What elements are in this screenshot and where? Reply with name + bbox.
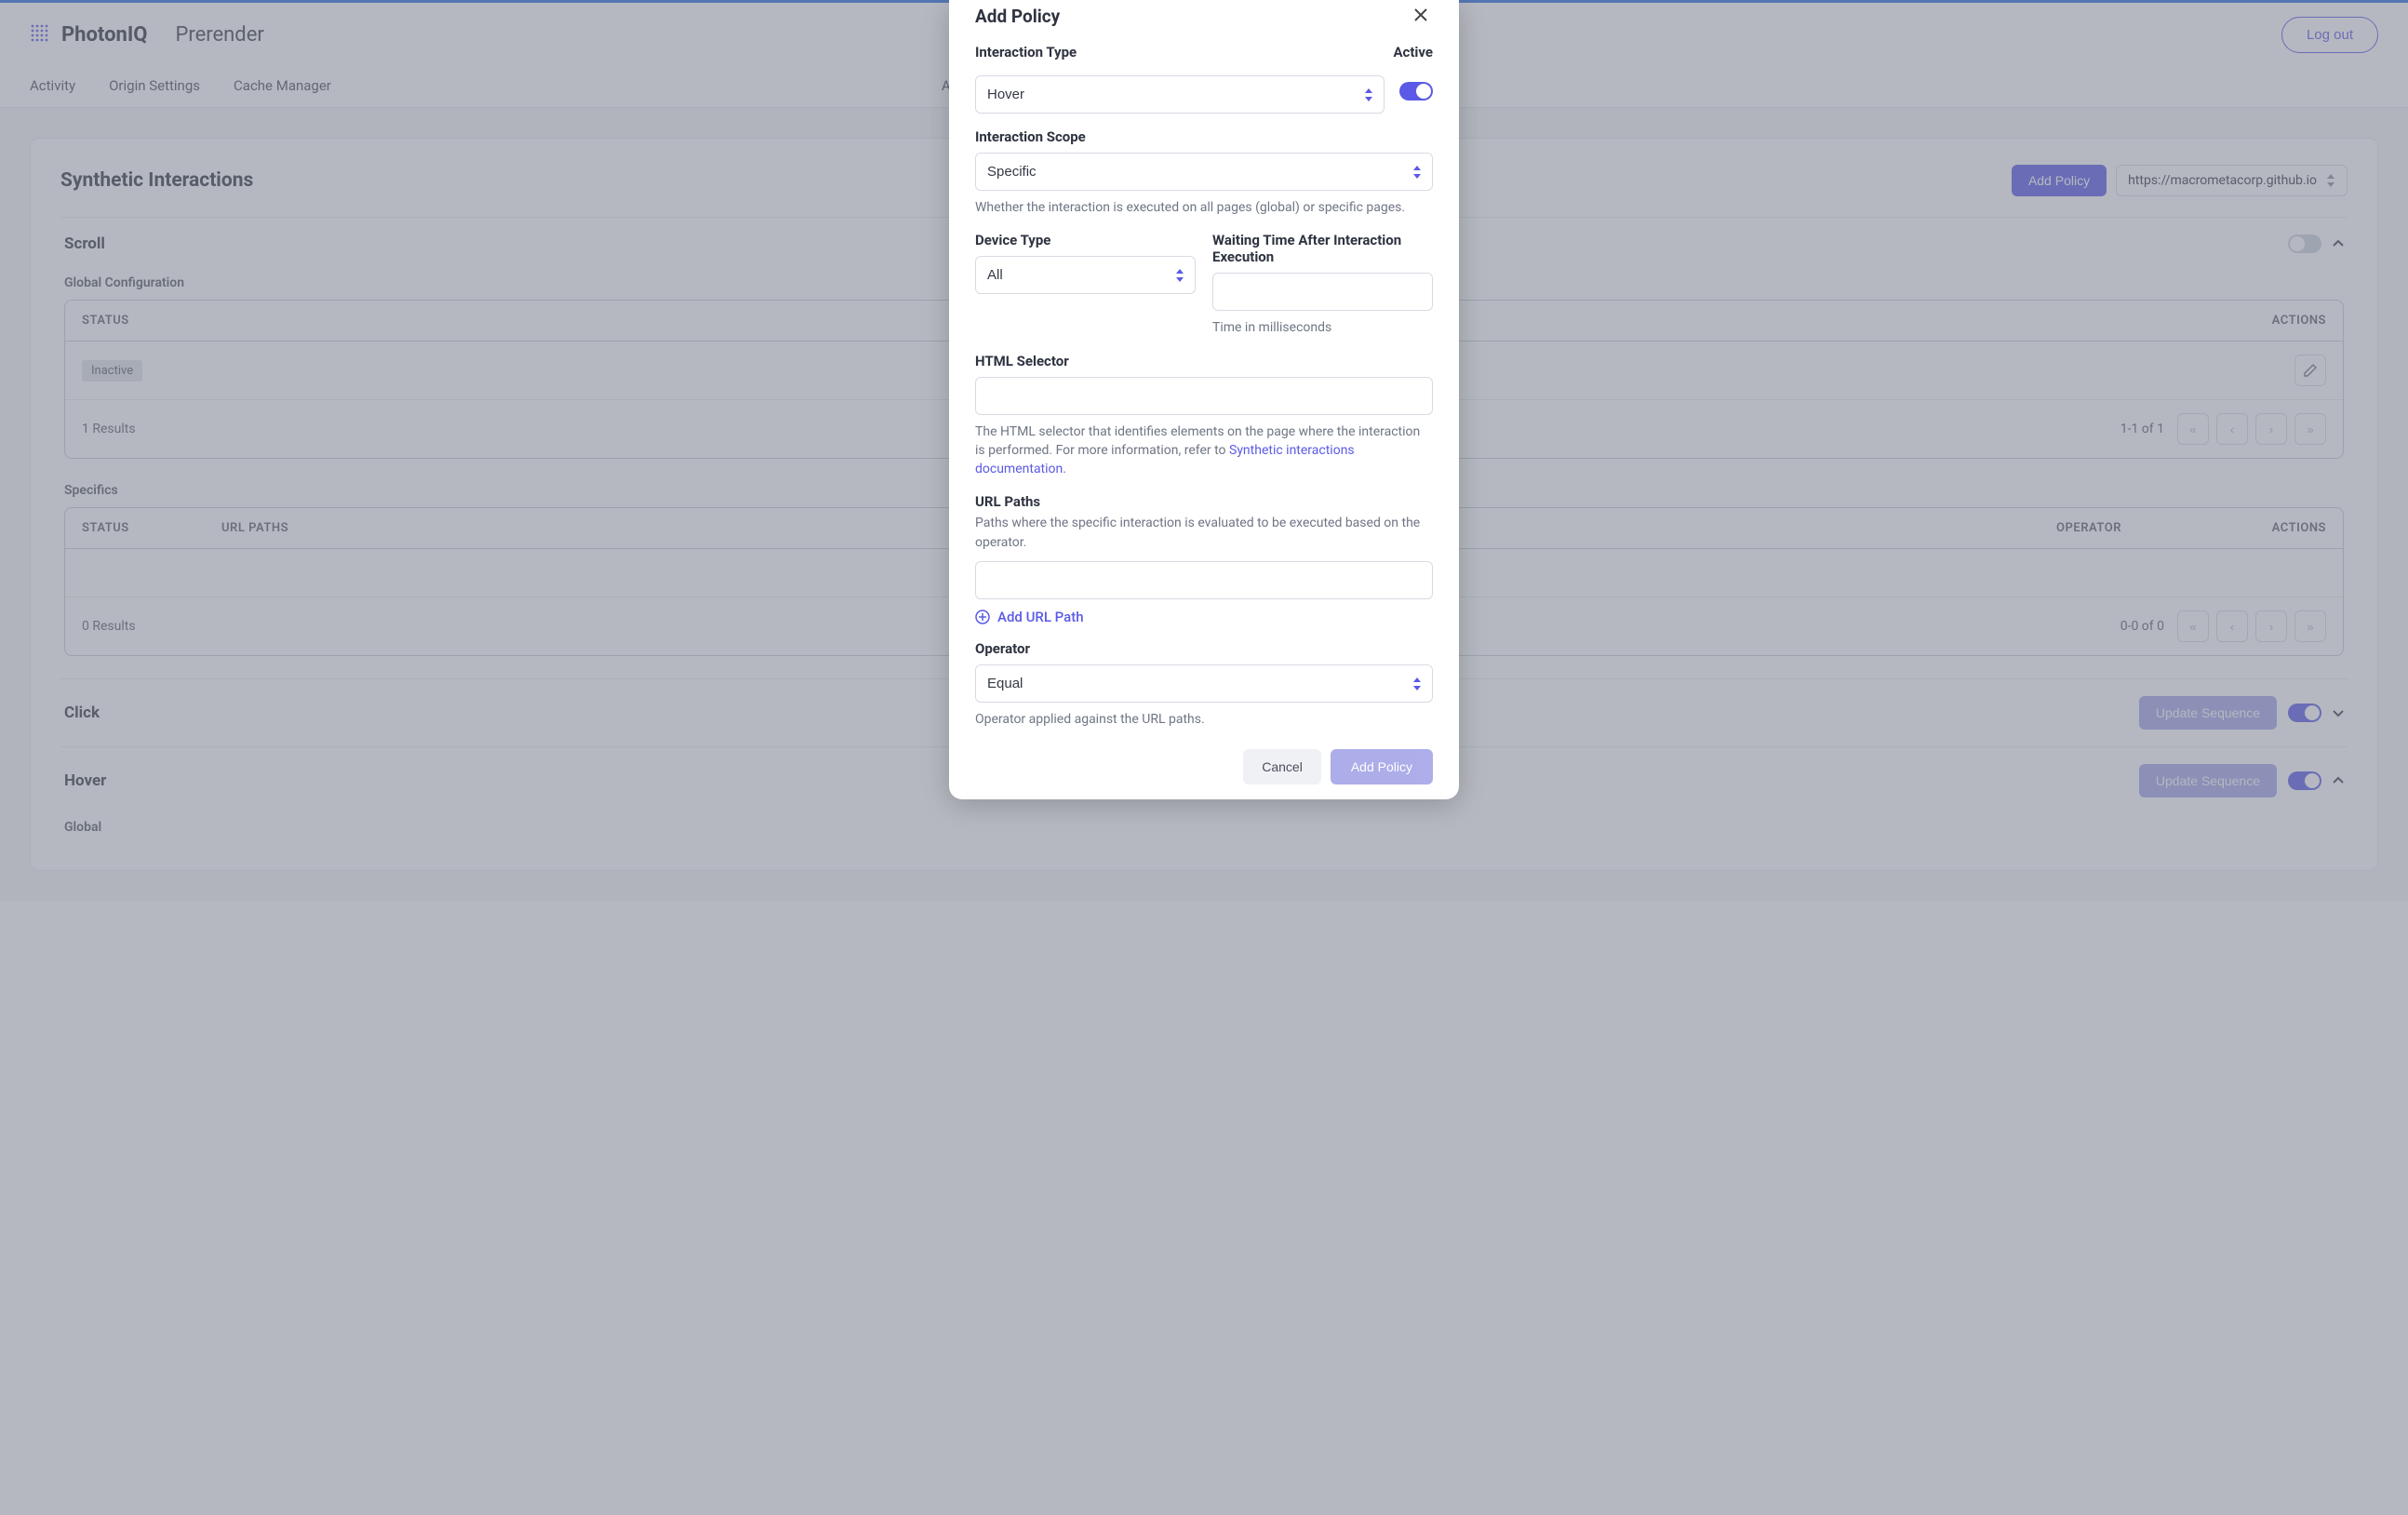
html-selector-input[interactable]: [975, 377, 1433, 415]
active-toggle[interactable]: [1399, 82, 1433, 101]
cancel-button[interactable]: Cancel: [1243, 749, 1321, 784]
operator-select[interactable]: [975, 664, 1433, 703]
help-selector: The HTML selector that identifies elemen…: [975, 422, 1433, 479]
label-html-selector: HTML Selector: [975, 353, 1433, 369]
interaction-type-select[interactable]: [975, 75, 1385, 114]
label-url-paths: URL Paths: [975, 493, 1433, 510]
help-operator: Operator applied against the URL paths.: [975, 710, 1433, 729]
url-path-input[interactable]: [975, 561, 1433, 599]
label-device-type: Device Type: [975, 232, 1196, 248]
modal-title: Add Policy: [975, 6, 1060, 27]
add-policy-modal: Add Policy Interaction Type Active Inter…: [949, 0, 1459, 799]
label-interaction-scope: Interaction Scope: [975, 128, 1433, 145]
waiting-time-input[interactable]: [1212, 273, 1433, 311]
label-interaction-type: Interaction Type: [975, 44, 1382, 60]
add-url-label: Add URL Path: [997, 609, 1084, 625]
help-waiting: Time in milliseconds: [1212, 318, 1433, 337]
interaction-scope-select[interactable]: [975, 153, 1433, 191]
add-url-path-button[interactable]: Add URL Path: [975, 609, 1433, 625]
close-icon: [1414, 8, 1427, 21]
label-operator: Operator: [975, 640, 1433, 657]
label-waiting-time: Waiting Time After Interaction Execution: [1212, 232, 1433, 265]
device-type-select[interactable]: [975, 256, 1196, 294]
submit-add-policy-button[interactable]: Add Policy: [1331, 749, 1433, 784]
modal-close-button[interactable]: [1409, 6, 1433, 27]
help-scope: Whether the interaction is executed on a…: [975, 198, 1433, 217]
plus-circle-icon: [975, 610, 990, 624]
label-active: Active: [1393, 44, 1433, 60]
help-url-paths: Paths where the specific interaction is …: [975, 514, 1433, 552]
